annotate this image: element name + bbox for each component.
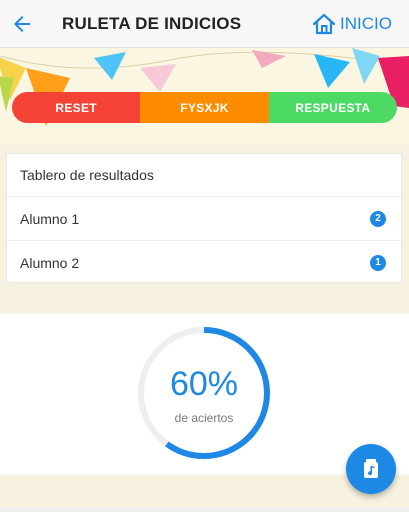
answer-button[interactable]: RESPUESTA bbox=[268, 92, 397, 123]
word-button[interactable]: FYSXJK bbox=[140, 92, 269, 123]
home-link[interactable]: INICIO bbox=[311, 9, 392, 39]
score-badge: 2 bbox=[370, 210, 386, 227]
reset-button[interactable]: RESET bbox=[12, 92, 141, 123]
app-header: RULETA DE INDICIOS INICIO bbox=[0, 0, 409, 48]
music-note-icon bbox=[364, 459, 378, 478]
scoreboard: Tablero de resultados Alumno 1 2 Alumno … bbox=[6, 153, 402, 283]
arrow-left-icon bbox=[14, 16, 30, 32]
home-label: INICIO bbox=[340, 14, 392, 33]
back-button[interactable] bbox=[10, 12, 34, 36]
student-name: Alumno 2 bbox=[20, 254, 80, 271]
page-title: RULETA DE INDICIOS bbox=[62, 14, 242, 33]
home-icon bbox=[312, 13, 336, 35]
music-fab-button[interactable] bbox=[346, 444, 396, 494]
scoreboard-title: Tablero de resultados bbox=[20, 167, 154, 183]
list-item[interactable]: Alumno 1 2 bbox=[7, 196, 401, 240]
score-percent: 60% bbox=[169, 365, 239, 403]
score-caption: de aciertos bbox=[174, 411, 234, 425]
bottom-divider bbox=[0, 507, 409, 512]
action-button-bar: RESET FYSXJK RESPUESTA bbox=[12, 92, 397, 123]
list-item[interactable]: Alumno 2 1 bbox=[7, 240, 401, 284]
student-name: Alumno 1 bbox=[20, 210, 80, 227]
score-badge: 1 bbox=[370, 254, 386, 271]
